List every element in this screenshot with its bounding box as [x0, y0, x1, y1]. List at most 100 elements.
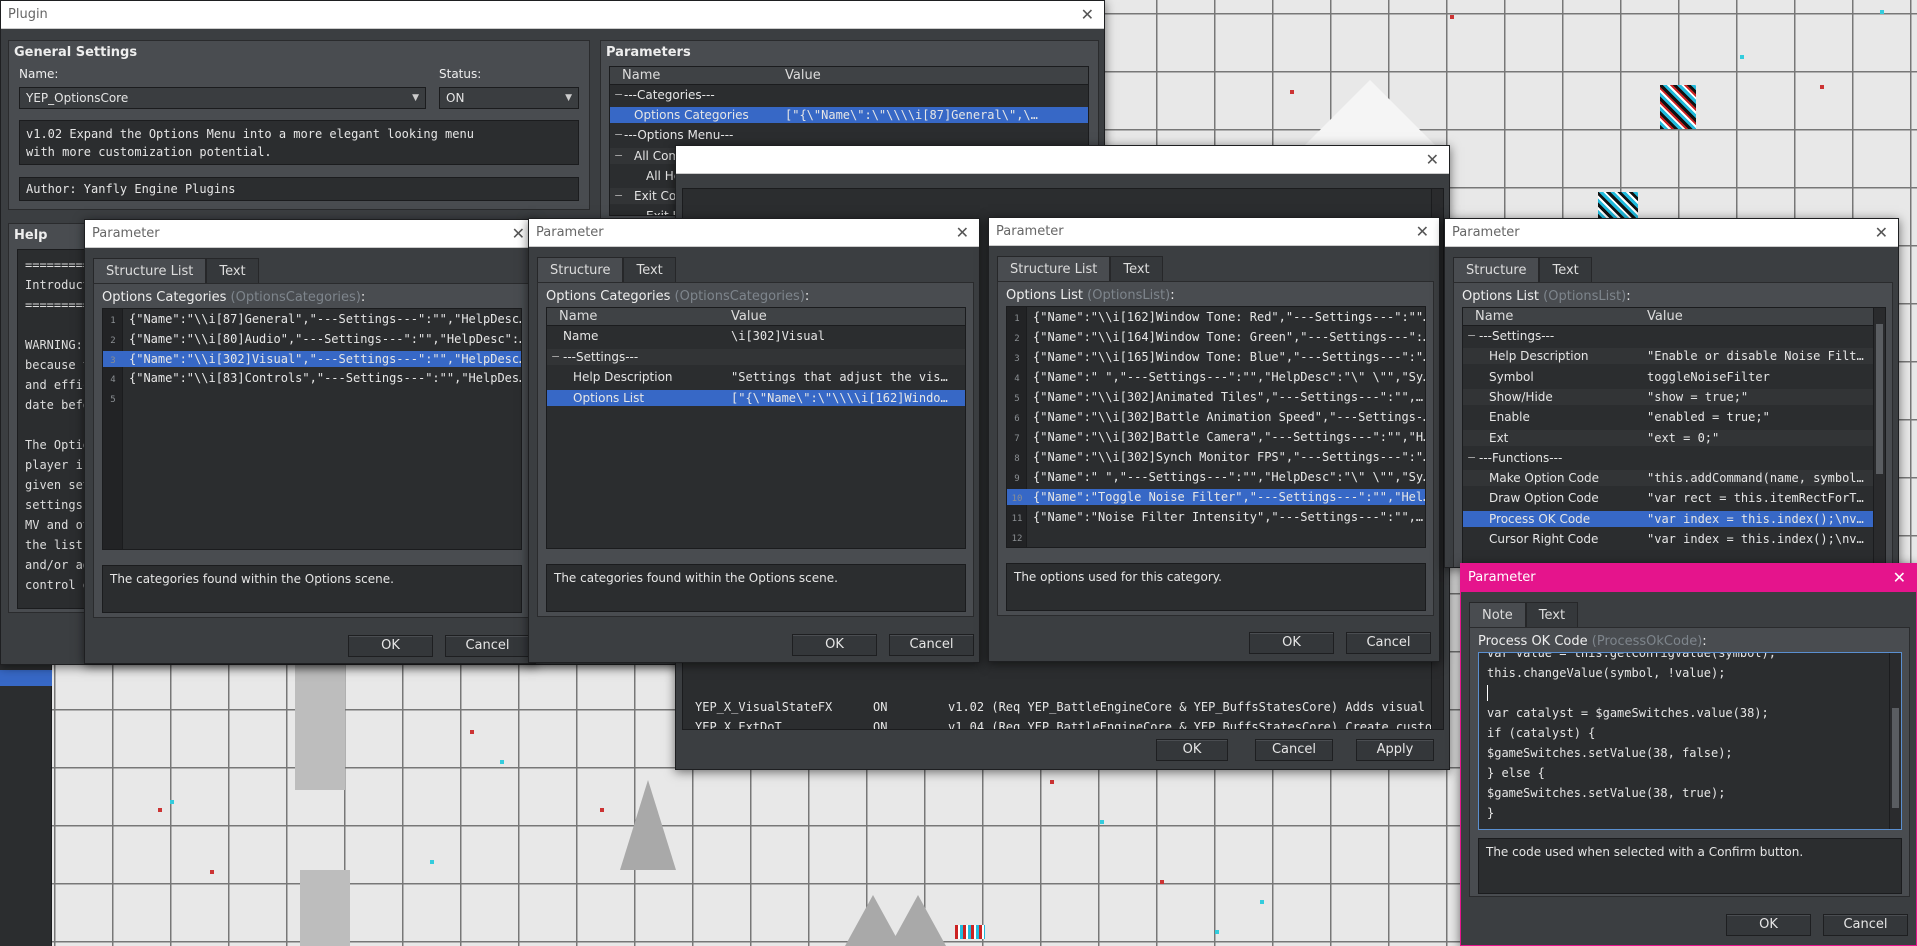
- expander-icon[interactable]: −: [614, 188, 623, 204]
- table-row[interactable]: − ---Settings---: [1463, 328, 1885, 344]
- expander-icon[interactable]: −: [1467, 450, 1476, 466]
- dialog-2-cancel-button[interactable]: Cancel: [889, 634, 974, 656]
- table-row[interactable]: Cursor Right Code "var index = this.index…: [1463, 531, 1885, 547]
- close-icon[interactable]: ✕: [1416, 218, 1429, 246]
- table-row[interactable]: − ---Settings---: [547, 348, 965, 365]
- line-number: 6: [1014, 414, 1020, 424]
- row-name: Process OK Code: [1489, 511, 1591, 526]
- expander-icon[interactable]: −: [614, 148, 623, 164]
- table-row[interactable]: Help Description "Enable or disable Noise…: [1463, 348, 1885, 365]
- close-icon[interactable]: ✕: [1081, 1, 1094, 29]
- tab-structure-list[interactable]: Structure List: [997, 256, 1111, 282]
- left-list-selected[interactable]: [0, 670, 52, 686]
- table-row[interactable]: YEP_X_ExtDoT ON v1.04 (Req YEP_BattleEngin…: [683, 719, 1443, 729]
- manager-ok-button[interactable]: OK: [1156, 739, 1228, 761]
- close-icon[interactable]: ✕: [512, 220, 525, 248]
- tab-text[interactable]: Text: [1110, 256, 1163, 282]
- table-row[interactable]: − ---Options Menu---: [610, 127, 1088, 143]
- dialog-2-content: Options Categories (OptionsCategories): …: [537, 282, 974, 617]
- table-header: Name Value: [1463, 308, 1885, 326]
- list-item[interactable]: 10 {"Name":"Toggle Noise Filter","---Sett…: [1007, 489, 1425, 505]
- status-select[interactable]: ON ▼: [439, 87, 579, 109]
- dialog-2-ok-button[interactable]: OK: [792, 634, 877, 656]
- list-item-text: {"Name":"\\i[302]Battle Animation Speed"…: [1033, 410, 1425, 424]
- dialog-1-cancel-button[interactable]: Cancel: [445, 635, 530, 657]
- table-row[interactable]: Options List ["{\"Name\":\"\\\\i[162]Wind…: [547, 389, 965, 406]
- parameter-dialog-5: Parameter ✕ Note Text Process OK Code (Pro…: [1460, 563, 1917, 946]
- dialog-5-cancel-button[interactable]: Cancel: [1823, 914, 1908, 936]
- list-item[interactable]: 11 {"Name":"Noise Filter Intensity","---S…: [1007, 509, 1425, 525]
- table-row[interactable]: Options Categories ["{\"Name\":\"\\\\i[87…: [610, 107, 1088, 124]
- row-value: toggleNoiseFilter: [1647, 369, 1770, 384]
- expander-icon[interactable]: −: [614, 87, 623, 103]
- row-name: Options List: [573, 390, 645, 405]
- map-spike: [890, 895, 946, 946]
- tab-note[interactable]: Note: [1469, 602, 1526, 628]
- plugin-name-select[interactable]: YEP_OptionsCore ▼: [19, 87, 426, 109]
- dialog-1-ok-button[interactable]: OK: [348, 635, 433, 657]
- expander-icon[interactable]: −: [551, 349, 560, 365]
- table-row[interactable]: YEP_X_VisualStateFX ON v1.02 (Req YEP_Batt…: [683, 699, 1443, 715]
- list-item[interactable]: 5 {"Name":"\\i[302]Animated Tiles","---Se…: [1007, 389, 1425, 405]
- dialog-5-ok-button[interactable]: OK: [1726, 914, 1811, 936]
- manager-apply-button[interactable]: Apply: [1356, 739, 1434, 761]
- code-scrollbar[interactable]: [1889, 653, 1901, 829]
- close-icon[interactable]: ✕: [956, 219, 969, 247]
- table-row[interactable]: Enable "enabled = true;": [1463, 409, 1885, 425]
- map-sprite: [1598, 192, 1638, 218]
- field-label-key: (OptionsList): [1543, 289, 1627, 304]
- line-number: 4: [1014, 374, 1020, 384]
- list-item[interactable]: 3 {"Name":"\\i[165]Window Tone: Blue","--…: [1007, 349, 1425, 365]
- map-tile: [300, 870, 350, 946]
- dialog-3-cancel-button[interactable]: Cancel: [1346, 632, 1431, 654]
- tab-text[interactable]: Text: [206, 258, 259, 284]
- code-editor[interactable]: var value = this.getConfigValue(symbol);…: [1478, 652, 1902, 830]
- expander-icon[interactable]: −: [1467, 328, 1476, 344]
- list-item[interactable]: 3 {"Name":"\\i[302]Visual","---Settings--…: [103, 350, 521, 367]
- list-item[interactable]: 1 {"Name":"\\i[87]General","---Settings--…: [103, 311, 521, 327]
- table-scrollbar[interactable]: [1873, 308, 1885, 567]
- tab-text[interactable]: Text: [1539, 257, 1592, 283]
- field-label-colon: :: [1626, 289, 1631, 304]
- field-label-text: Process OK Code: [1478, 634, 1588, 649]
- tab-text[interactable]: Text: [623, 257, 676, 283]
- table-row[interactable]: Make Option Code "this.addCommand(name, s…: [1463, 470, 1885, 487]
- list-item[interactable]: 5: [103, 390, 521, 406]
- tab-structure[interactable]: Structure: [537, 257, 624, 283]
- list-item[interactable]: 12: [1007, 529, 1425, 545]
- tab-text[interactable]: Text: [1525, 602, 1579, 628]
- table-row[interactable]: − ---Categories---: [610, 87, 1088, 103]
- table-row[interactable]: Draw Option Code "var rect = this.itemRec…: [1463, 490, 1885, 506]
- dialog-4-titlebar: Parameter ✕: [1445, 219, 1898, 247]
- list-item[interactable]: 7 {"Name":"\\i[302]Battle Camera","---Set…: [1007, 429, 1425, 445]
- table-row[interactable]: Name \i[302]Visual: [547, 328, 965, 344]
- close-icon[interactable]: ✕: [1426, 146, 1439, 174]
- list-item[interactable]: 4 {"Name":" ","---Settings---":"","HelpDe…: [1007, 369, 1425, 385]
- list-item[interactable]: 1 {"Name":"\\i[162]Window Tone: Red","---…: [1007, 309, 1425, 325]
- list-item[interactable]: 4 {"Name":"\\i[83]Controls","---Settings-…: [103, 370, 521, 386]
- table-row[interactable]: Help Description "Settings that adjust th…: [547, 369, 965, 385]
- tab-structure[interactable]: Structure: [1453, 257, 1540, 283]
- row-name: ---Options Menu---: [624, 128, 734, 143]
- manager-cancel-button[interactable]: Cancel: [1255, 739, 1333, 761]
- table-row[interactable]: Show/Hide "show = true;": [1463, 388, 1885, 405]
- close-icon[interactable]: ✕: [1893, 564, 1906, 592]
- dialog-5-titlebar: Parameter ✕: [1461, 564, 1916, 592]
- list-item[interactable]: 2 {"Name":"\\i[80]Audio","---Settings---"…: [103, 331, 521, 347]
- parameters-heading: Parameters: [606, 45, 691, 60]
- line-number: 3: [1014, 354, 1020, 364]
- expander-icon[interactable]: −: [614, 127, 623, 143]
- dialog-3-ok-button[interactable]: OK: [1249, 632, 1334, 654]
- close-icon[interactable]: ✕: [1875, 219, 1888, 247]
- col-value: Value: [1647, 309, 1683, 324]
- table-row[interactable]: Ext "ext = 0;": [1463, 429, 1885, 446]
- list-item[interactable]: 6 {"Name":"\\i[302]Battle Animation Speed…: [1007, 409, 1425, 425]
- tab-structure-list[interactable]: Structure List: [93, 258, 207, 284]
- list-item[interactable]: 9 {"Name":" ","---Settings---":"","HelpDe…: [1007, 469, 1425, 485]
- chevron-down-icon: ▼: [412, 93, 419, 103]
- table-row[interactable]: Process OK Code "var index = this.index()…: [1463, 510, 1885, 527]
- list-item[interactable]: 8 {"Name":"\\i[302]Synch Monitor FPS","--…: [1007, 449, 1425, 465]
- list-item[interactable]: 2 {"Name":"\\i[164]Window Tone: Green","-…: [1007, 329, 1425, 345]
- table-row[interactable]: − ---Functions---: [1463, 450, 1885, 466]
- table-row[interactable]: Symbol toggleNoiseFilter: [1463, 369, 1885, 385]
